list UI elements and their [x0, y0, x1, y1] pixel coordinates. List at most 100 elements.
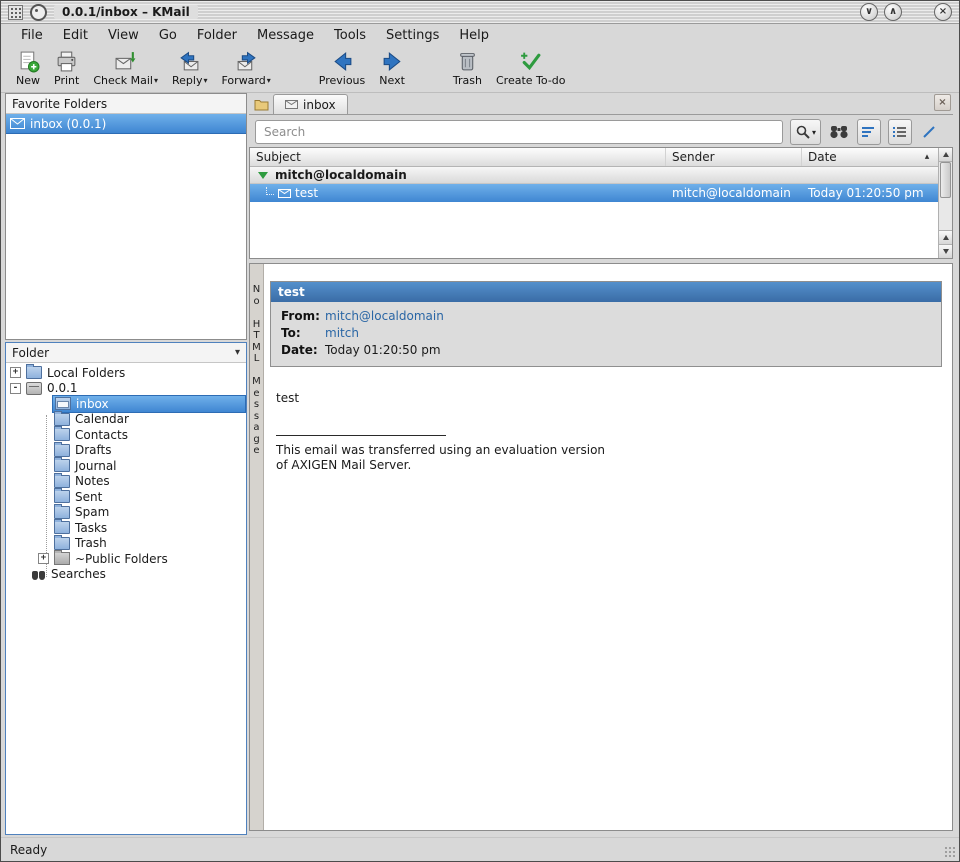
next-button[interactable]: Next — [372, 49, 412, 88]
folder-item-tasks[interactable]: Tasks — [52, 520, 246, 536]
trash-icon — [456, 50, 479, 73]
search-input[interactable] — [255, 120, 783, 144]
from-label: From: — [281, 309, 325, 323]
folder-item-notes[interactable]: Notes — [52, 474, 246, 490]
folder-item-account[interactable]: - 0.0.1 — [10, 381, 246, 397]
html-status-bar[interactable]: N o H T M L M e s s a g e — [250, 264, 264, 830]
previous-button[interactable]: Previous — [312, 49, 373, 88]
next-arrow-icon — [381, 50, 404, 73]
check-mail-button[interactable]: Check Mail▾ — [86, 49, 165, 88]
theme-options-button[interactable] — [919, 120, 939, 144]
sorting-options-button[interactable] — [857, 119, 881, 145]
title-bar[interactable]: 0.0.1/inbox – KMail ∨ ∧ × — [1, 1, 959, 24]
expander-minus-icon[interactable]: - — [10, 383, 21, 394]
status-text: Ready — [10, 843, 47, 857]
scroll-up-button-bottom[interactable] — [939, 230, 952, 244]
menu-view[interactable]: View — [98, 25, 149, 46]
folder-item-drafts[interactable]: Drafts — [52, 443, 246, 459]
folder-item-spam[interactable]: Spam — [52, 505, 246, 521]
date-label: Date: — [281, 343, 325, 357]
scroll-down-button[interactable] — [939, 244, 952, 258]
message-subject: test — [271, 282, 941, 302]
close-tab-icon[interactable]: × — [934, 94, 951, 111]
chevron-down-icon[interactable]: ▾ — [235, 347, 240, 358]
shade-button[interactable]: ∨ — [860, 3, 878, 21]
menu-folder[interactable]: Folder — [187, 25, 247, 46]
scrollbar-thumb[interactable] — [940, 162, 951, 198]
list-scrollbar[interactable] — [938, 148, 952, 258]
aggregation-options-button[interactable] — [888, 119, 912, 145]
folder-icon — [54, 475, 70, 488]
resize-grip[interactable] — [944, 846, 956, 858]
message-row[interactable]: test mitch@localdomain Today 01:20:50 pm — [250, 184, 938, 202]
print-button[interactable]: Print — [47, 49, 86, 88]
folder-tree: + Local Folders - 0.0.1 inbox Calendar C… — [6, 363, 246, 582]
folder-icon — [54, 428, 70, 441]
folder-panel-header[interactable]: Folder ▾ — [6, 343, 246, 363]
menu-tools[interactable]: Tools — [324, 25, 376, 46]
chevron-down-icon: ▾ — [267, 76, 271, 85]
open-full-search-button[interactable] — [828, 120, 850, 144]
folder-item-public-folders[interactable]: + ~Public Folders — [38, 551, 246, 567]
folder-item-journal[interactable]: Journal — [52, 458, 246, 474]
create-todo-button[interactable]: Create To-do — [489, 49, 573, 88]
tab-inbox[interactable]: inbox — [273, 94, 348, 114]
favorite-folder-inbox[interactable]: inbox (0.0.1) — [6, 114, 246, 134]
expander-plus-icon[interactable]: + — [10, 367, 21, 378]
folder-item-sent[interactable]: Sent — [52, 489, 246, 505]
group-expanded-icon[interactable] — [258, 172, 268, 179]
menu-settings[interactable]: Settings — [376, 25, 449, 46]
gray-folder-icon — [54, 552, 70, 565]
menu-go[interactable]: Go — [149, 25, 187, 46]
expander-plus-icon[interactable]: + — [38, 553, 49, 564]
from-address-link[interactable]: mitch@localdomain — [325, 309, 933, 323]
close-button[interactable]: × — [934, 3, 952, 21]
message-preview-pane: N o H T M L M e s s a g e test From: mit… — [249, 263, 953, 831]
folder-item-inbox[interactable]: inbox — [52, 396, 246, 412]
menu-message[interactable]: Message — [247, 25, 324, 46]
group-header-row[interactable]: mitch@localdomain — [250, 167, 938, 184]
window-title: 0.0.1/inbox – KMail — [54, 5, 198, 19]
list-bars-icon — [893, 125, 907, 139]
window-menu-icon[interactable] — [8, 5, 23, 20]
tree-branch-icon — [266, 187, 274, 195]
message-list: Subject Sender Date ▴ mitch@localdomain … — [249, 147, 953, 259]
maximize-button[interactable]: ∧ — [884, 3, 902, 21]
date-value: Today 01:20:50 pm — [325, 343, 933, 357]
reply-button[interactable]: Reply▾ — [165, 49, 214, 88]
menu-edit[interactable]: Edit — [53, 25, 98, 46]
binoculars-icon — [830, 125, 848, 139]
folder-item-trash[interactable]: Trash — [52, 536, 246, 552]
column-subject[interactable]: Subject — [250, 148, 666, 166]
folder-item-local-folders[interactable]: + Local Folders — [10, 365, 246, 381]
trash-button[interactable]: Trash — [446, 49, 489, 88]
server-icon — [26, 382, 42, 395]
to-label: To: — [281, 326, 325, 340]
folder-item-searches[interactable]: Searches — [32, 567, 246, 583]
column-date[interactable]: Date — [802, 148, 916, 166]
sort-order-icon[interactable]: ▴ — [916, 148, 938, 166]
menu-file[interactable]: File — [11, 25, 53, 46]
folder-icon — [54, 537, 70, 550]
inbox-envelope-icon — [10, 118, 25, 129]
message-content: test From: mitch@localdomain To: mitch D… — [264, 264, 952, 830]
to-address-link[interactable]: mitch — [325, 326, 933, 340]
new-mail-button[interactable]: New — [9, 49, 47, 88]
column-sender[interactable]: Sender — [666, 148, 802, 166]
folder-item-calendar[interactable]: Calendar — [52, 412, 246, 428]
folder-item-contacts[interactable]: Contacts — [52, 427, 246, 443]
envelope-icon — [278, 189, 291, 198]
chevron-down-icon: ▾ — [154, 76, 158, 85]
status-bar: Ready — [1, 837, 959, 861]
menu-help[interactable]: Help — [449, 25, 499, 46]
folder-icon — [54, 506, 70, 519]
scroll-up-button[interactable] — [939, 148, 952, 162]
signature-separator — [276, 435, 446, 436]
forward-button[interactable]: Forward▾ — [215, 49, 278, 88]
reply-icon — [178, 50, 201, 73]
tab-folder-button[interactable] — [249, 95, 273, 114]
diagonal-pencil-icon — [921, 124, 937, 140]
folder-icon — [54, 444, 70, 457]
search-options-button[interactable]: ▾ — [790, 119, 821, 145]
inbox-folder-icon — [55, 397, 71, 410]
